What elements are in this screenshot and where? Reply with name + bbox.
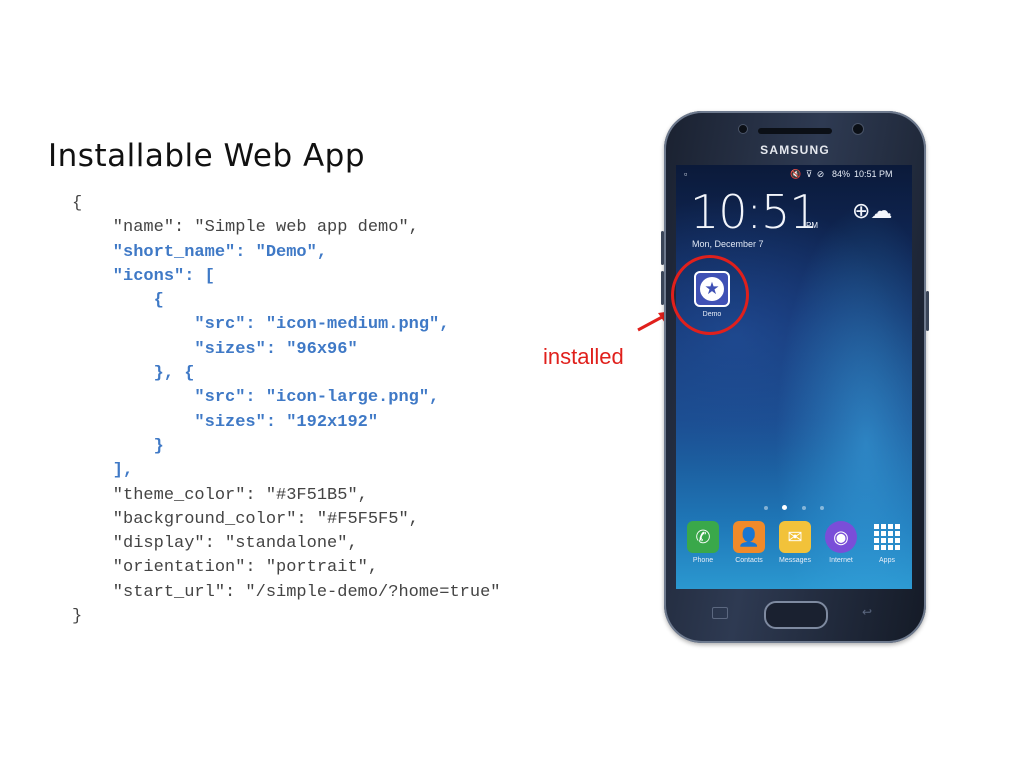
installed-highlight-circle	[671, 255, 749, 335]
contacts-icon: 👤	[733, 521, 765, 553]
volume-button	[661, 271, 664, 305]
code-line: ],	[72, 461, 134, 481]
dock-app-messages[interactable]: ✉ Messages	[772, 521, 818, 564]
recent-apps-key[interactable]	[712, 607, 728, 619]
code-line: "short_name": "Demo",	[72, 242, 328, 262]
app-dock: ✆ Phone 👤 Contacts ✉ Messages ◉ Internet	[676, 521, 912, 581]
page-indicator	[676, 497, 912, 515]
front-camera	[852, 123, 864, 135]
lock-date: Mon, December 7	[692, 239, 764, 249]
code-line: "theme_color": "#3F51B5",	[72, 485, 368, 505]
installed-annotation: installed	[543, 344, 624, 369]
proximity-sensor	[738, 124, 748, 134]
code-line: "src": "icon-large.png",	[72, 388, 440, 408]
phone-brand: SAMSUNG	[760, 143, 830, 157]
back-key-icon[interactable]: ↩	[862, 606, 876, 618]
status-bar: ▫ 🔇 ⊽ ⊘ 84% 10:51 PM	[676, 169, 912, 183]
dock-label: Messages	[779, 557, 811, 564]
code-line: "src": "icon-medium.png",	[72, 315, 450, 335]
code-line: {	[72, 291, 164, 311]
lock-clock: 10:51	[690, 185, 819, 239]
notification-icon: ▫	[684, 169, 688, 179]
code-line: "sizes": "96x96"	[72, 339, 358, 359]
code-line: "orientation": "portrait",	[72, 558, 379, 578]
earpiece-speaker	[758, 128, 832, 134]
code-line: }, {	[72, 364, 195, 384]
volume-button	[661, 231, 664, 265]
slide-title: Installable Web App	[48, 138, 366, 174]
phone-icon: ✆	[687, 521, 719, 553]
apps-grid-icon	[871, 521, 903, 553]
dock-label: Apps	[879, 557, 895, 564]
status-icons: 🔇 ⊽ ⊘	[790, 169, 826, 179]
code-line: "display": "standalone",	[72, 534, 358, 554]
dock-app-contacts[interactable]: 👤 Contacts	[726, 521, 772, 564]
code-line: "start_url": "/simple-demo/?home=true"	[72, 582, 501, 602]
code-line: }	[72, 607, 83, 627]
dock-label: Phone	[692, 557, 714, 564]
page-dot	[801, 506, 806, 510]
manifest-code-block: { "name": "Simple web app demo", "short_…	[72, 192, 500, 629]
dock-label: Internet	[829, 557, 853, 564]
dock-label: Contacts	[735, 557, 763, 564]
page-dot	[763, 506, 768, 510]
status-time: 10:51 PM	[854, 169, 893, 179]
code-line: "name": "Simple web app demo",	[72, 218, 419, 238]
code-line: {	[72, 194, 83, 213]
phone-screen: ▫ 🔇 ⊽ ⊘ 84% 10:51 PM 10:51 PM Mon, Decem…	[676, 165, 912, 589]
weather-add-icon[interactable]: ⊕☁	[852, 198, 892, 224]
phone-device: SAMSUNG ▫ 🔇 ⊽ ⊘ 84% 10:51 PM 10:51 PM Mo…	[661, 111, 929, 643]
messages-icon: ✉	[779, 521, 811, 553]
lock-ampm: PM	[806, 221, 818, 230]
power-button	[926, 291, 929, 331]
code-line: "sizes": "192x192"	[72, 412, 379, 432]
internet-icon: ◉	[825, 521, 857, 553]
dock-app-internet[interactable]: ◉ Internet	[818, 521, 864, 564]
dock-app-phone[interactable]: ✆ Phone	[680, 521, 726, 564]
battery-level: 84%	[832, 169, 851, 179]
home-button[interactable]	[764, 601, 828, 629]
code-line: }	[72, 436, 164, 456]
page-dot-active	[782, 505, 788, 510]
code-line: "background_color": "#F5F5F5",	[72, 509, 419, 529]
page-dot	[820, 506, 825, 510]
dock-app-apps[interactable]: Apps	[864, 521, 910, 564]
code-line: "icons": [	[72, 266, 215, 286]
